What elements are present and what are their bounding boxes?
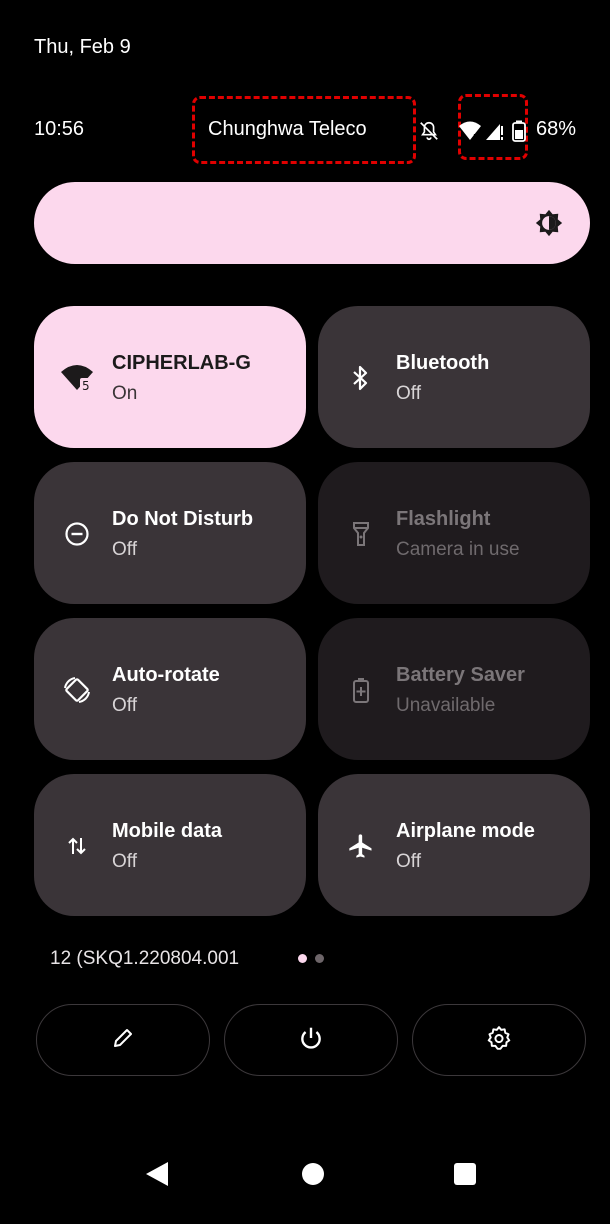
tile-state: Off bbox=[396, 851, 421, 872]
bluetooth-icon bbox=[344, 361, 378, 395]
auto-rotate-icon bbox=[60, 673, 94, 707]
status-bar: 10:56 Chunghwa Teleco 5 68% bbox=[0, 94, 610, 164]
tile-label: Airplane mode bbox=[396, 820, 535, 842]
build-number: 12 (SKQ1.220804.001 bbox=[50, 948, 240, 969]
tile-battery-saver: Battery Saver Unavailable bbox=[318, 618, 590, 760]
tile-label: CIPHERLAB-G bbox=[112, 352, 251, 374]
power-icon bbox=[298, 1025, 324, 1056]
back-nav-button[interactable] bbox=[144, 1160, 170, 1193]
page-dot-active bbox=[298, 954, 307, 963]
svg-text:5: 5 bbox=[82, 379, 90, 393]
brightness-slider[interactable] bbox=[34, 182, 590, 264]
tile-label: Battery Saver bbox=[396, 664, 525, 686]
wifi-status-icon: 5 bbox=[458, 118, 482, 144]
wifi-icon: 5 bbox=[60, 361, 94, 395]
tile-label: Auto-rotate bbox=[112, 664, 220, 686]
cell-signal-icon bbox=[484, 118, 504, 144]
tile-label: Flashlight bbox=[396, 508, 491, 530]
tile-flashlight: Flashlight Camera in use bbox=[318, 462, 590, 604]
tile-wifi[interactable]: 5 CIPHERLAB-G On bbox=[34, 306, 306, 448]
tile-state: Off bbox=[112, 539, 137, 560]
battery-saver-icon bbox=[344, 673, 378, 707]
tile-state: Off bbox=[112, 695, 137, 716]
tile-airplane-mode[interactable]: Airplane mode Off bbox=[318, 774, 590, 916]
tile-state: Unavailable bbox=[396, 695, 496, 716]
power-button[interactable] bbox=[224, 1004, 398, 1076]
tile-state: Off bbox=[396, 383, 421, 404]
do-not-disturb-icon bbox=[60, 517, 94, 551]
tile-label: Bluetooth bbox=[396, 352, 490, 374]
tile-auto-rotate[interactable]: Auto-rotate Off bbox=[34, 618, 306, 760]
tile-state: Camera in use bbox=[396, 539, 520, 560]
pencil-icon bbox=[111, 1026, 135, 1055]
silent-bell-icon bbox=[418, 118, 440, 144]
battery-icon bbox=[512, 118, 526, 144]
mobile-data-icon bbox=[60, 829, 94, 863]
tile-bluetooth[interactable]: Bluetooth Off bbox=[318, 306, 590, 448]
battery-percentage: 68% bbox=[536, 118, 577, 140]
date-label: Thu, Feb 9 bbox=[34, 36, 131, 58]
airplane-icon bbox=[344, 829, 378, 863]
carrier-name: Chunghwa Teleco bbox=[208, 118, 367, 140]
clock: 10:56 bbox=[34, 118, 85, 140]
flashlight-icon bbox=[344, 517, 378, 551]
tile-do-not-disturb[interactable]: Do Not Disturb Off bbox=[34, 462, 306, 604]
recents-nav-button[interactable] bbox=[452, 1160, 478, 1193]
brightness-icon bbox=[534, 208, 564, 238]
tile-mobile-data[interactable]: Mobile data Off bbox=[34, 774, 306, 916]
tile-state: Off bbox=[112, 851, 137, 872]
edit-button[interactable] bbox=[36, 1004, 210, 1076]
home-nav-button[interactable] bbox=[300, 1160, 326, 1193]
tile-label: Do Not Disturb bbox=[112, 508, 254, 530]
settings-button[interactable] bbox=[412, 1004, 586, 1076]
quick-settings-panel: Thu, Feb 9 10:56 Chunghwa Teleco 5 68% 5… bbox=[0, 0, 610, 1224]
tile-state: On bbox=[112, 383, 138, 404]
gear-icon bbox=[486, 1025, 512, 1056]
tile-label: Mobile data bbox=[112, 820, 223, 842]
page-indicator[interactable] bbox=[298, 954, 324, 963]
svg-text:5: 5 bbox=[473, 133, 478, 142]
page-dot bbox=[315, 954, 324, 963]
